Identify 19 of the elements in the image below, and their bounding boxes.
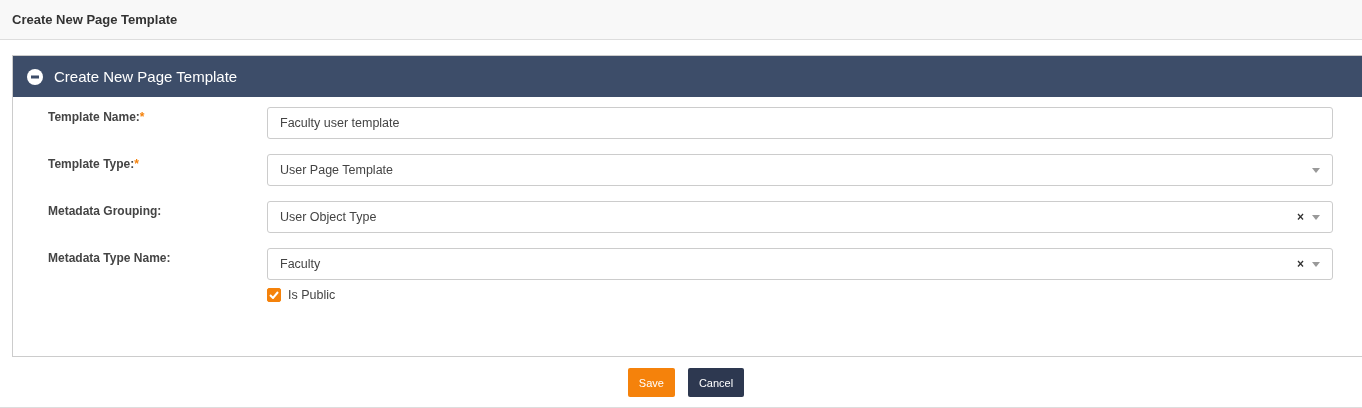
field-label: Metadata Type Name: xyxy=(47,250,172,265)
caret-icon xyxy=(1312,167,1320,173)
field-label: Metadata Grouping: xyxy=(47,203,163,218)
checkbox[interactable] xyxy=(267,288,281,302)
field-label: Template Name:* xyxy=(47,109,146,124)
clear-icon[interactable]: × xyxy=(1297,257,1304,271)
select-field[interactable]: User Object Type × xyxy=(267,201,1333,233)
clear-icon[interactable]: × xyxy=(1297,210,1304,224)
select-field[interactable]: Faculty × xyxy=(267,248,1333,280)
select-field[interactable]: User Page Template xyxy=(267,154,1333,186)
text-field[interactable]: Faculty user template xyxy=(267,107,1333,139)
panel-title: Create New Page Template xyxy=(54,68,238,85)
collapse-icon[interactable] xyxy=(27,68,43,85)
cancel-button[interactable]: Cancel xyxy=(687,368,745,397)
checkbox-label: Is Public xyxy=(288,288,336,302)
caret-icon xyxy=(1312,214,1320,220)
caret-icon xyxy=(1312,261,1320,267)
page-title: Create New Page Template xyxy=(12,12,178,27)
field-label: Template Type:* xyxy=(47,156,140,171)
